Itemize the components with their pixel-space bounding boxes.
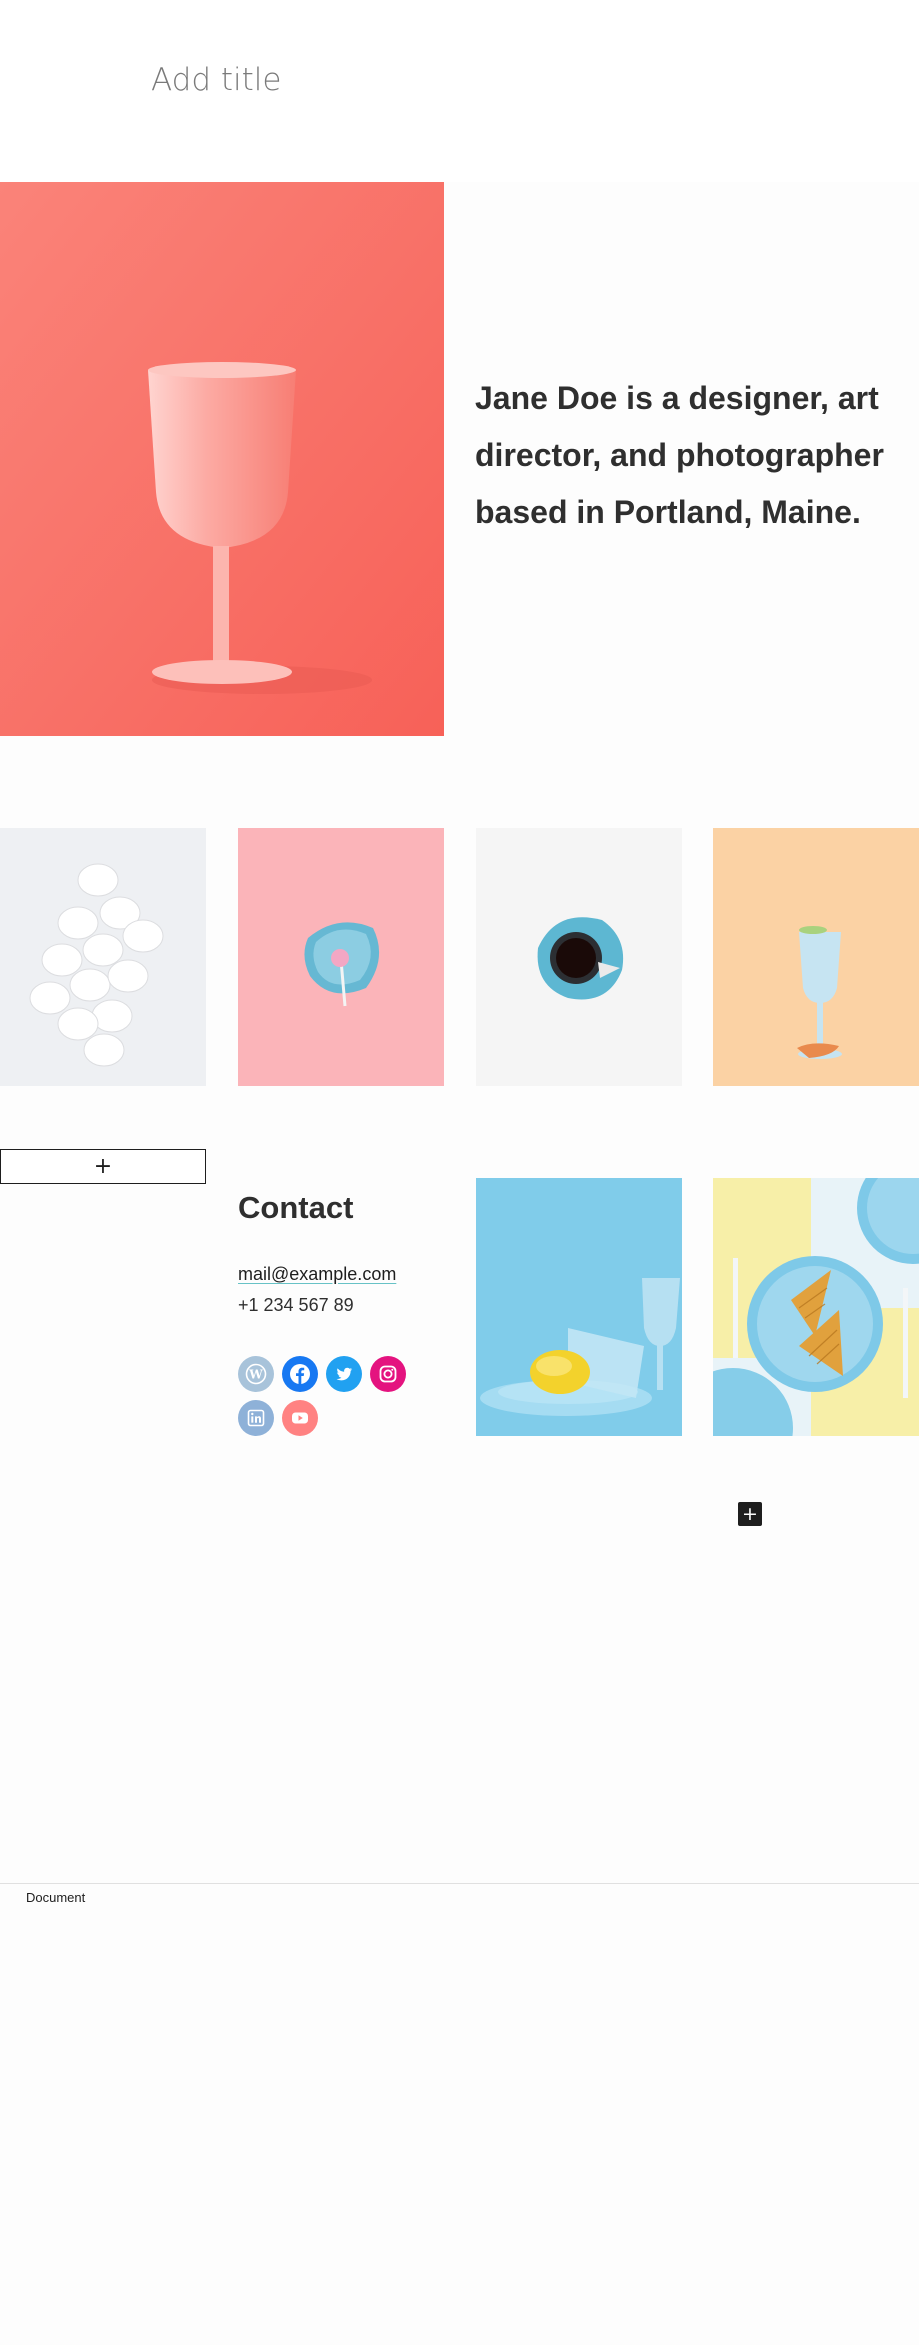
editor-footer [0,1883,919,2345]
wordpress-icon: W [245,1363,267,1385]
social-link-facebook[interactable] [282,1356,318,1392]
svg-text:W: W [248,1368,263,1382]
gallery-image-eggs[interactable] [0,828,206,1086]
social-link-wordpress[interactable]: W [238,1356,274,1392]
waffles-on-plate-icon [713,1178,919,1436]
breadcrumb[interactable]: Document [26,1890,85,1905]
phone-number[interactable]: +1 234 567 89 [238,1295,354,1316]
youtube-icon [292,1412,308,1424]
twitter-icon [336,1367,353,1381]
coffee-cup-icon [476,828,682,1086]
photo-lemon-glasses[interactable] [476,1178,682,1436]
facebook-icon [290,1364,310,1384]
contact-heading[interactable]: Contact [238,1190,353,1226]
post-title-input[interactable]: Add title [151,62,281,98]
photo-waffles[interactable] [713,1178,919,1436]
block-inserter-button[interactable]: + [738,1502,762,1526]
social-link-twitter[interactable] [326,1356,362,1392]
hero-intro-text[interactable]: Jane Doe is a designer, art director, an… [475,370,895,541]
social-link-instagram[interactable] [370,1356,406,1392]
gallery-image-glass-lime[interactable] [713,828,919,1086]
lollipop-plate-icon [238,828,444,1086]
linkedin-icon [247,1409,265,1427]
instagram-icon [379,1365,397,1383]
title-area: Add title [0,0,919,182]
pink-wine-glass-icon [0,182,444,736]
gallery-image-lollipop[interactable] [238,828,444,1086]
email-link[interactable]: mail@example.com [238,1264,396,1285]
social-link-linkedin[interactable] [238,1400,274,1436]
add-block-button[interactable]: + [0,1149,206,1184]
glass-with-lime-icon [713,828,919,1086]
social-link-youtube[interactable] [282,1400,318,1436]
lemon-and-glasses-icon [476,1178,682,1436]
hero-image[interactable] [0,182,444,736]
gallery-image-coffee[interactable] [476,828,682,1086]
eggs-icon [0,828,206,1086]
